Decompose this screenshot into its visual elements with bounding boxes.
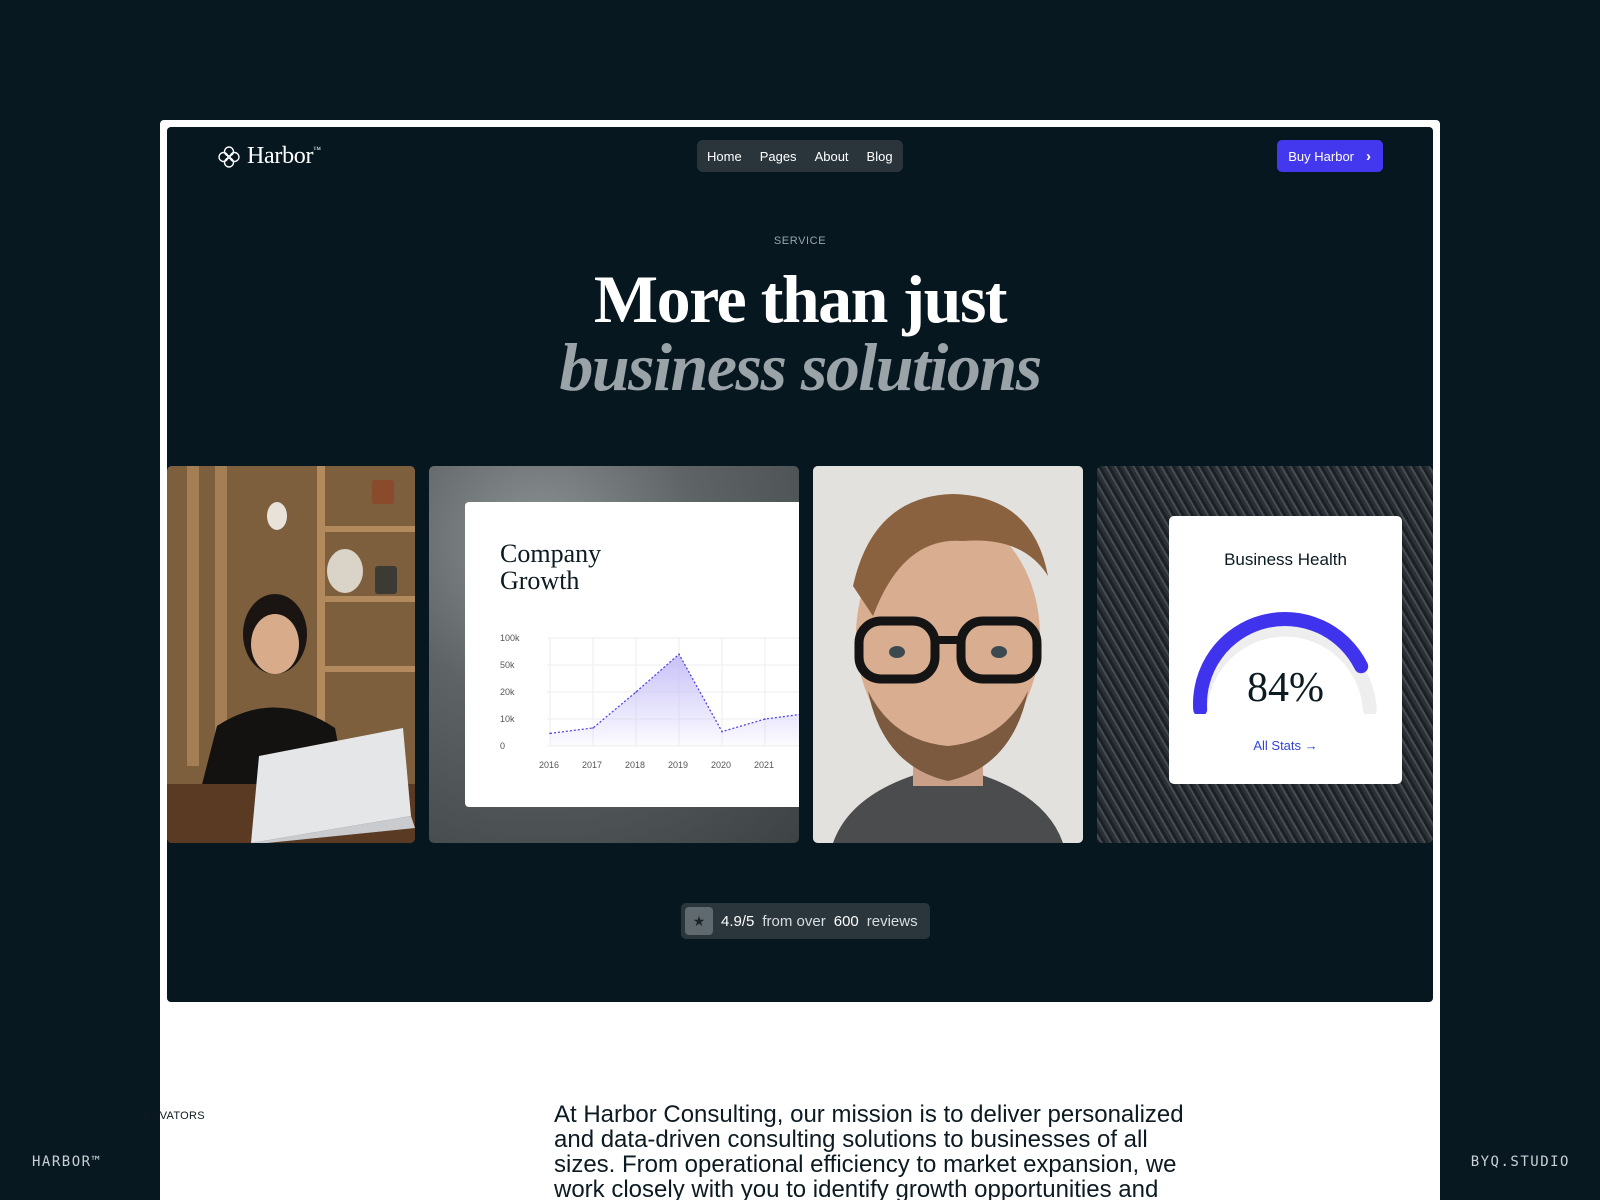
section-eyebrow: PASSIONATE INNOVATORS: [56, 1110, 205, 1122]
site-frame: Harbor™ Home Pages About Blog Buy Harbor…: [160, 120, 1440, 1200]
growth-card: Company Growth 100k 50k 20k 10k 0 2016 2017 201…: [465, 502, 799, 807]
growth-title-line1: Company: [500, 539, 602, 568]
rating-badge: ★ 4.9/5 from over 600 reviews: [681, 903, 930, 939]
chevron-right-icon: ›: [1366, 147, 1371, 165]
buy-button-label: Buy Harbor: [1288, 148, 1354, 164]
y-tick-label: 100k: [500, 633, 520, 643]
hero-section: Harbor™ Home Pages About Blog Buy Harbor…: [167, 127, 1433, 1002]
growth-title: Company Growth: [500, 540, 601, 594]
growth-point: [549, 732, 551, 735]
hero-headline: More than just business solutions: [167, 265, 1433, 401]
x-tick-label: 2021: [754, 760, 774, 770]
rating-count: 600: [833, 912, 859, 930]
nav-item-pages[interactable]: Pages: [760, 149, 797, 164]
man-photo-illustration: [813, 466, 1083, 843]
growth-title-line2: Growth: [500, 566, 580, 595]
x-tick-label: 2016: [539, 760, 559, 770]
all-stats-link[interactable]: All Stats →: [1169, 738, 1402, 753]
corner-credit: BYQ.STUDIO: [1470, 1154, 1570, 1170]
health-value: 84%: [1247, 665, 1324, 711]
nav-item-about[interactable]: About: [815, 149, 849, 164]
health-title: Business Health: [1224, 550, 1347, 569]
growth-point: [764, 718, 766, 720]
x-tick-label: 2017: [582, 760, 602, 770]
main-nav: Home Pages About Blog: [697, 140, 903, 172]
headline-line1: More than just: [593, 261, 1008, 337]
y-tick-label: 50k: [500, 660, 515, 670]
health-tile: Business Health 84% All Stats →: [1097, 466, 1433, 843]
star-icon: ★: [685, 907, 713, 935]
rating-score: 4.9/5: [721, 912, 755, 930]
woman-photo-illustration: [167, 466, 415, 843]
growth-point: [678, 653, 680, 655]
brand-tm: ™: [313, 145, 321, 154]
headline-line2: business solutions: [559, 329, 1042, 405]
growth-area: [550, 654, 799, 746]
growth-tile: Company Growth 100k 50k 20k 10k 0 2016 2017 201…: [429, 466, 799, 843]
business-health-card: Business Health 84% All Stats →: [1169, 516, 1402, 784]
y-tick-label: 0: [500, 741, 505, 751]
clover-logo-icon: [218, 145, 240, 168]
y-tick-label: 10k: [500, 714, 515, 724]
rating-middle: from over: [762, 912, 826, 930]
growth-point: [592, 727, 594, 729]
corner-brand: HARBOR™: [32, 1154, 102, 1170]
y-tick-label: 20k: [500, 687, 515, 697]
buy-harbor-button[interactable]: Buy Harbor ›: [1277, 140, 1383, 172]
x-tick-label: 2019: [668, 760, 688, 770]
brand-logo[interactable]: Harbor™: [217, 143, 321, 170]
growth-chart: 100k 50k 20k 10k 0 2016 2017 2018 2019 2020 2021: [500, 633, 799, 770]
x-tick-label: 2020: [711, 760, 731, 770]
x-tick-label: 2018: [625, 760, 645, 770]
nav-item-home[interactable]: Home: [707, 149, 742, 164]
mission-text: At Harbor Consulting, our mission is to …: [554, 1101, 1184, 1200]
brand-name: Harbor: [247, 143, 314, 169]
growth-point: [635, 691, 637, 693]
rating-suffix: reviews: [866, 912, 918, 930]
growth-point: [721, 730, 723, 733]
photo-man-glasses: [813, 466, 1083, 843]
hero-eyebrow: SERVICE: [773, 235, 827, 247]
nav-item-blog[interactable]: Blog: [867, 149, 893, 164]
photo-woman-laptop: [167, 466, 415, 843]
